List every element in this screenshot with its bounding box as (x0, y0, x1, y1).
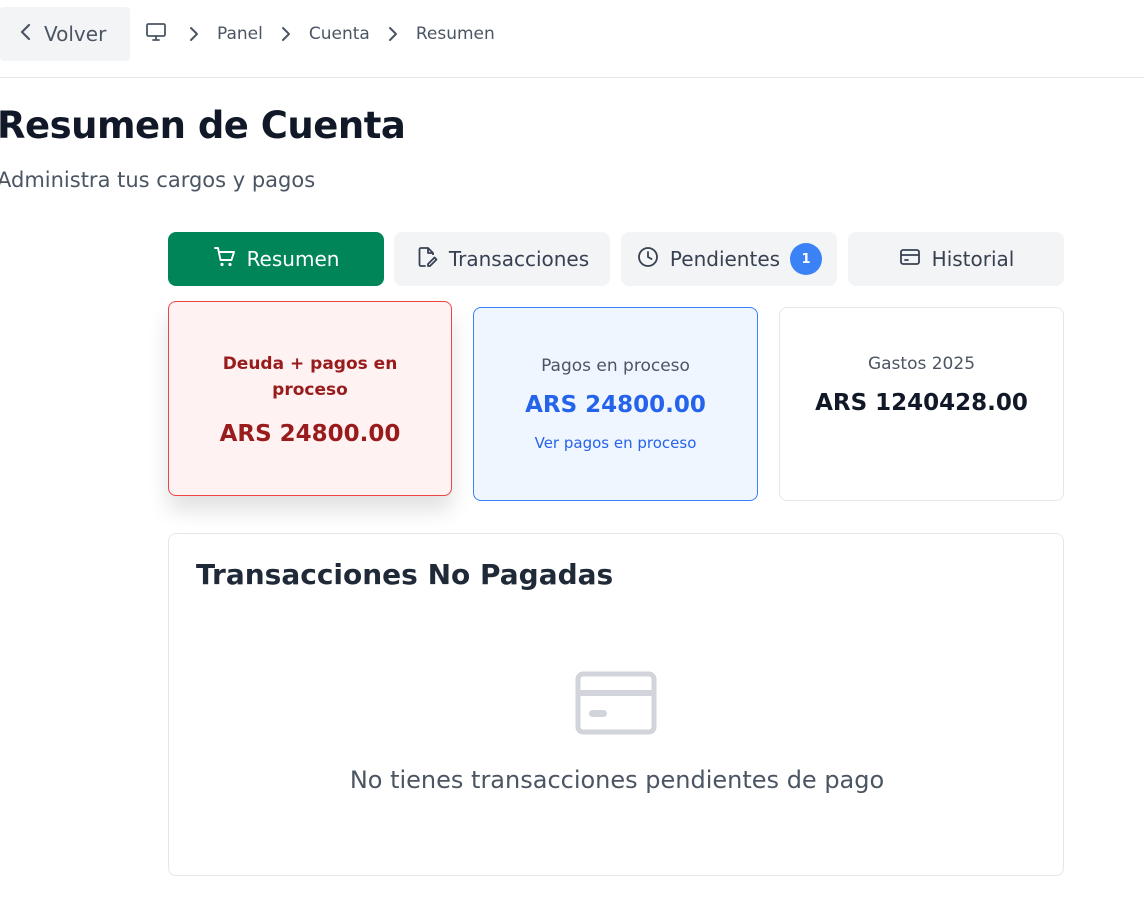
expenses-card[interactable]: Gastos 2025 ARS 1240428.00 (779, 307, 1064, 501)
chevron-right-icon (189, 25, 199, 43)
tab-pendientes[interactable]: Pendientes 1 (621, 232, 837, 286)
expenses-card-amount: ARS 1240428.00 (815, 390, 1028, 416)
debt-card-amount: ARS 24800.00 (219, 420, 401, 447)
page-subtitle: Administra tus cargos y pagos (0, 168, 316, 192)
unpaid-transactions-panel: Transacciones No Pagadas No tienes trans… (168, 533, 1064, 876)
credit-card-icon (898, 245, 922, 274)
credit-card-icon (575, 671, 657, 739)
tab-label: Historial (931, 247, 1015, 271)
unpaid-transactions-title: Transacciones No Pagadas (196, 558, 614, 591)
breadcrumb: Panel Cuenta Resumen (145, 20, 495, 48)
expenses-card-label: Gastos 2025 (867, 354, 976, 374)
tab-historial[interactable]: Historial (848, 232, 1064, 286)
processing-card-amount: ARS 24800.00 (525, 392, 706, 418)
breadcrumb-item-panel[interactable]: Panel (217, 24, 263, 44)
breadcrumb-item-resumen: Resumen (415, 24, 495, 44)
tab-label: Resumen (246, 247, 340, 271)
processing-payments-card[interactable]: Pagos en proceso ARS 24800.00 Ver pagos … (473, 307, 758, 501)
tab-bar: Resumen Transacciones Pendientes 1 Histo… (168, 232, 1064, 286)
view-processing-payments-link[interactable]: Ver pagos en proceso (535, 434, 697, 452)
debt-summary-card[interactable]: Deuda + pagos en proceso ARS 24800.00 (168, 301, 452, 496)
top-bar: Volver Panel Cuenta Resumen (0, 0, 1144, 78)
breadcrumb-item-cuenta[interactable]: Cuenta (309, 24, 370, 44)
pending-count-badge: 1 (790, 243, 823, 275)
back-button[interactable]: Volver (0, 7, 130, 61)
clock-icon (636, 245, 660, 274)
chevron-left-icon (18, 22, 32, 47)
tab-resumen[interactable]: Resumen (168, 232, 384, 286)
chevron-right-icon (388, 25, 398, 43)
empty-state-message: No tienes transacciones pendientes de pa… (349, 766, 885, 794)
tab-label: Pendientes (669, 247, 781, 271)
page-title: Resumen de Cuenta (0, 104, 406, 147)
edit-document-icon (415, 245, 439, 274)
chevron-right-icon (281, 25, 291, 43)
processing-card-label: Pagos en proceso (541, 356, 690, 376)
tab-label: Transacciones (448, 247, 590, 271)
tab-transacciones[interactable]: Transacciones (394, 232, 610, 286)
monitor-icon[interactable] (145, 21, 167, 48)
back-button-label: Volver (44, 22, 107, 46)
debt-card-label: Deuda + pagos en proceso (222, 353, 398, 400)
cart-icon (213, 245, 237, 274)
